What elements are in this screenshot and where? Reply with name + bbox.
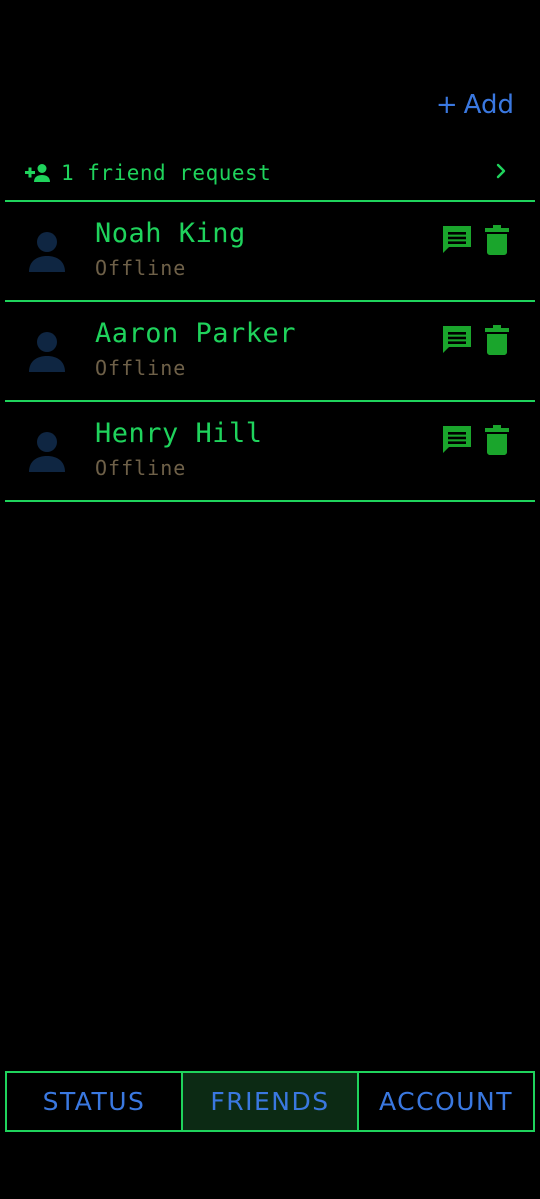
friend-request-row[interactable]: 1 friend request (5, 146, 535, 202)
plus-icon: + (435, 90, 458, 120)
friend-request-label: 1 friend request (61, 161, 272, 185)
tab-account[interactable]: ACCOUNT (357, 1073, 533, 1130)
friend-name: Henry Hill (95, 418, 263, 449)
friend-name: Aaron Parker (95, 318, 297, 349)
delete-icon[interactable] (485, 325, 509, 355)
friend-list: Noah King Offline Aaron Parker Offline H… (5, 202, 535, 502)
friend-row[interactable]: Aaron Parker Offline (5, 302, 535, 402)
chat-icon[interactable] (441, 424, 473, 456)
add-button-label: Add (463, 90, 514, 120)
tab-friends[interactable]: FRIENDS (181, 1073, 357, 1130)
friend-row[interactable]: Henry Hill Offline (5, 402, 535, 502)
tab-status[interactable]: STATUS (7, 1073, 181, 1130)
avatar-icon (27, 330, 67, 374)
chat-icon[interactable] (441, 324, 473, 356)
chat-icon[interactable] (441, 224, 473, 256)
friend-status: Offline (95, 456, 187, 480)
avatar-icon (27, 230, 67, 274)
person-add-icon (25, 161, 53, 185)
avatar-icon (27, 430, 67, 474)
delete-icon[interactable] (485, 425, 509, 455)
friend-name: Noah King (95, 218, 246, 249)
chevron-right-icon (495, 162, 507, 184)
delete-icon[interactable] (485, 225, 509, 255)
friend-status: Offline (95, 356, 187, 380)
add-friend-button[interactable]: + Add (436, 86, 514, 124)
friend-status: Offline (95, 256, 187, 280)
friend-row[interactable]: Noah King Offline (5, 202, 535, 302)
bottom-nav: STATUS FRIENDS ACCOUNT (5, 1071, 535, 1132)
